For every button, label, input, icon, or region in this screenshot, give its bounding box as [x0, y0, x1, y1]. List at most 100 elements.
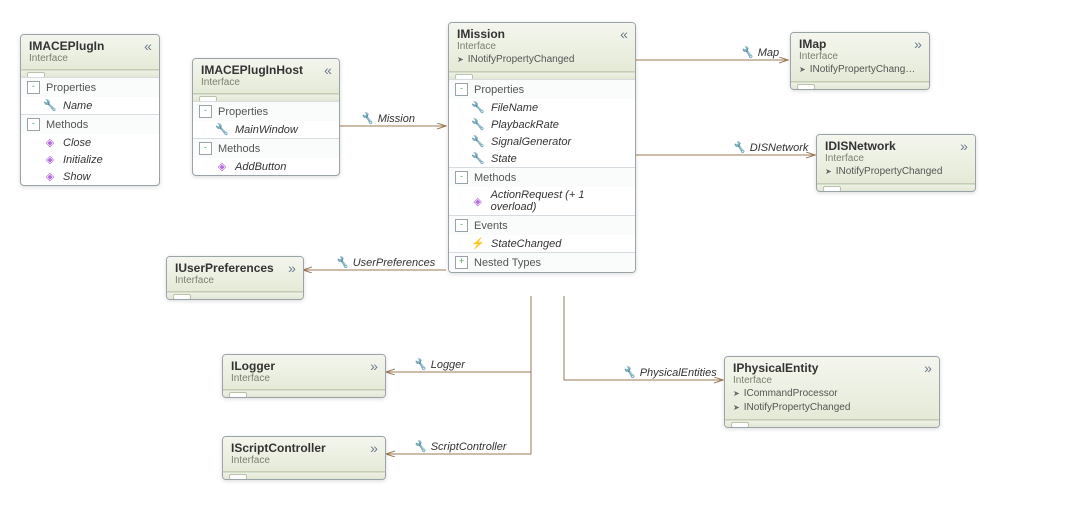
member-row[interactable]: 🔧State — [449, 150, 635, 167]
section-header[interactable]: -Methods — [193, 139, 339, 158]
class-imaceplugin[interactable]: IMACEPlugIn Interface « -Properties 🔧Nam… — [20, 34, 160, 186]
class-stereotype: Interface — [457, 41, 615, 53]
class-stereotype: Interface — [231, 455, 365, 467]
toggle-icon[interactable]: - — [199, 142, 212, 155]
expand-icon[interactable]: » — [367, 359, 381, 373]
section-nested: +Nested Types — [449, 252, 635, 272]
class-header[interactable]: IMission Interface INotifyPropertyChange… — [449, 23, 635, 72]
section-header[interactable]: -Properties — [21, 78, 159, 97]
assoc-logger-label: 🔧Logger — [413, 358, 465, 371]
expand-icon[interactable]: » — [957, 139, 971, 153]
section-header[interactable]: -Properties — [193, 102, 339, 121]
class-imission[interactable]: IMission Interface INotifyPropertyChange… — [448, 22, 636, 273]
class-title: IMission — [457, 27, 615, 41]
class-title: IPhysicalEntity — [733, 361, 919, 375]
wrench-icon: 🔧 — [622, 367, 636, 379]
class-iuserpreferences[interactable]: IUserPreferences Interface » — [166, 256, 304, 300]
class-header[interactable]: IMap Interface INotifyPropertyChang… » — [791, 33, 929, 82]
lollipop-bar — [725, 420, 939, 427]
method-icon: ◈ — [215, 160, 229, 173]
implements-row: INotifyPropertyChang… — [799, 63, 909, 77]
event-icon: ⚡ — [471, 237, 485, 250]
property-icon: 🔧 — [471, 135, 485, 148]
method-icon: ◈ — [43, 136, 57, 149]
class-idisnetwork[interactable]: IDISNetwork Interface INotifyPropertyCha… — [816, 134, 976, 192]
method-icon: ◈ — [43, 170, 57, 183]
class-imacepluginhost[interactable]: IMACEPlugInHost Interface « -Properties … — [192, 58, 340, 176]
section-header[interactable]: -Methods — [449, 168, 635, 187]
class-title: IScriptController — [231, 441, 365, 455]
toggle-icon[interactable]: - — [455, 83, 468, 96]
lollipop-bar — [167, 292, 303, 299]
class-header[interactable]: IMACEPlugInHost Interface « — [193, 59, 339, 94]
section-methods: -Methods ◈ActionRequest (+ 1 overload) — [449, 167, 635, 215]
class-title: IMACEPlugIn — [29, 39, 139, 53]
member-row[interactable]: ◈ActionRequest (+ 1 overload) — [449, 187, 635, 215]
assoc-scriptcontroller-line — [386, 296, 531, 454]
assoc-mission-label: 🔧Mission — [360, 112, 415, 125]
class-header[interactable]: IScriptController Interface » — [223, 437, 385, 472]
class-header[interactable]: IDISNetwork Interface INotifyPropertyCha… — [817, 135, 975, 184]
section-header[interactable]: -Methods — [21, 115, 159, 134]
expand-icon[interactable]: » — [367, 441, 381, 455]
class-ilogger[interactable]: ILogger Interface » — [222, 354, 386, 398]
toggle-icon[interactable]: - — [27, 118, 40, 131]
expand-icon[interactable]: » — [285, 261, 299, 275]
member-row[interactable]: ◈AddButton — [193, 158, 339, 175]
lollipop-bar — [817, 184, 975, 191]
property-icon: 🔧 — [215, 123, 229, 136]
section-header[interactable]: +Nested Types — [449, 253, 635, 272]
class-title: IUserPreferences — [175, 261, 283, 275]
toggle-icon[interactable]: - — [27, 81, 40, 94]
toggle-icon[interactable]: - — [455, 219, 468, 232]
class-title: ILogger — [231, 359, 365, 373]
member-row[interactable]: 🔧FileName — [449, 99, 635, 116]
member-row[interactable]: 🔧Name — [21, 97, 159, 114]
class-iphysicalentity[interactable]: IPhysicalEntity Interface ICommandProces… — [724, 356, 940, 428]
member-row[interactable]: ◈Initialize — [21, 151, 159, 168]
lollipop-bar — [223, 472, 385, 479]
wrench-icon: 🔧 — [360, 113, 374, 125]
class-header[interactable]: IPhysicalEntity Interface ICommandProces… — [725, 357, 939, 420]
lollipop-bar — [223, 390, 385, 397]
assoc-scriptcontroller-label: 🔧ScriptController — [413, 440, 507, 453]
section-properties: -Properties 🔧Name — [21, 77, 159, 114]
wrench-icon: 🔧 — [732, 142, 746, 154]
class-iscriptcontroller[interactable]: IScriptController Interface » — [222, 436, 386, 480]
class-stereotype: Interface — [799, 51, 909, 63]
implements-row: ICommandProcessor — [733, 387, 919, 401]
assoc-userpref-label: 🔧UserPreferences — [335, 256, 435, 269]
member-row[interactable]: ◈Close — [21, 134, 159, 151]
property-icon: 🔧 — [471, 118, 485, 131]
expand-icon[interactable]: » — [911, 37, 925, 51]
section-methods: -Methods ◈Close ◈Initialize ◈Show — [21, 114, 159, 185]
method-icon: ◈ — [43, 153, 57, 166]
toggle-icon[interactable]: + — [455, 256, 468, 269]
toggle-icon[interactable]: - — [455, 171, 468, 184]
section-header[interactable]: -Events — [449, 216, 635, 235]
member-row[interactable]: ◈Show — [21, 168, 159, 185]
member-row[interactable]: 🔧PlaybackRate — [449, 116, 635, 133]
assoc-physent-label: 🔧PhysicalEntities — [622, 366, 717, 379]
collapse-icon[interactable]: « — [617, 27, 631, 41]
class-header[interactable]: IUserPreferences Interface » — [167, 257, 303, 292]
lollipop-bar — [791, 82, 929, 89]
implements-row: INotifyPropertyChanged — [733, 401, 919, 415]
toggle-icon[interactable]: - — [199, 105, 212, 118]
class-stereotype: Interface — [231, 373, 365, 385]
method-icon: ◈ — [471, 195, 485, 208]
member-row[interactable]: ⚡StateChanged — [449, 235, 635, 252]
section-header[interactable]: -Properties — [449, 80, 635, 99]
property-icon: 🔧 — [471, 101, 485, 114]
collapse-icon[interactable]: « — [321, 63, 335, 77]
expand-icon[interactable]: » — [921, 361, 935, 375]
class-diagram-canvas: { "diagram": { "interfaces": { "imaceplu… — [0, 0, 1088, 523]
class-imap[interactable]: IMap Interface INotifyPropertyChang… » — [790, 32, 930, 90]
member-row[interactable]: 🔧MainWindow — [193, 121, 339, 138]
collapse-icon[interactable]: « — [141, 39, 155, 53]
implements-row: INotifyPropertyChanged — [825, 165, 955, 179]
member-row[interactable]: 🔧SignalGenerator — [449, 133, 635, 150]
class-header[interactable]: IMACEPlugIn Interface « — [21, 35, 159, 70]
wrench-icon: 🔧 — [335, 257, 349, 269]
class-header[interactable]: ILogger Interface » — [223, 355, 385, 390]
